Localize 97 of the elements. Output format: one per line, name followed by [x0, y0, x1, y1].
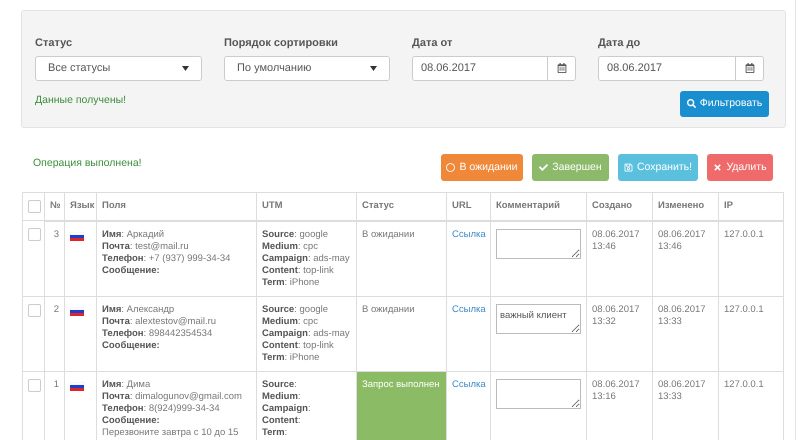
date-field[interactable]: 08.06.2017 — [598, 56, 736, 80]
created-text: 13:16 — [592, 390, 617, 402]
created-text: 13:46 — [592, 240, 617, 252]
field-line: Телефон: +7 (937) 999-34-34 — [102, 252, 232, 264]
status-cell: В ожидании — [356, 220, 446, 296]
utm-line: Source: google — [262, 228, 330, 240]
flag-icon — [70, 382, 84, 390]
field-line: Почта: alextestov@mail.ru — [102, 316, 218, 328]
ip-text: 127.0.0.1 — [724, 228, 764, 240]
comment-field[interactable] — [496, 378, 581, 408]
calendar-icon — [556, 63, 566, 73]
field-line: Имя: Александр — [102, 304, 176, 316]
status-cell: В ожидании — [356, 296, 446, 371]
checkbox[interactable] — [28, 200, 41, 213]
utm-line: Content: top-link — [262, 340, 335, 352]
calendar-button[interactable] — [548, 56, 576, 80]
created-text: 08.06.2017 — [592, 228, 641, 240]
field-line: Сообщение: — [102, 340, 161, 352]
field-line: Имя: Аркадий — [102, 228, 166, 240]
caret-icon — [182, 66, 189, 70]
flag-icon — [70, 306, 84, 316]
action-button[interactable]: Сохранить! — [618, 154, 698, 181]
row-number: 1 — [54, 378, 59, 390]
filter-button[interactable]: Фильтровать — [680, 90, 769, 116]
caret-icon — [370, 66, 377, 70]
field-line: Почта: test@mail.ru — [102, 240, 190, 252]
column-header: № — [50, 200, 61, 211]
utm-line: Source: google — [262, 304, 330, 316]
message-text: Перезвоните завтра с 10 до 15 — [102, 426, 240, 438]
checkbox[interactable] — [28, 378, 41, 392]
field-line: Сообщение: — [102, 264, 161, 276]
utm-line: Content: top-link — [262, 264, 335, 276]
date-field[interactable]: 08.06.2017 — [412, 56, 548, 80]
utm-line: Content: — [262, 414, 302, 426]
field-line: Сообщение: — [102, 414, 161, 426]
checkbox[interactable] — [28, 304, 41, 316]
created-text: 13:32 — [592, 316, 617, 328]
url-link[interactable]: Ссылка — [452, 304, 486, 314]
operation-message: Операция выполнена! — [33, 156, 142, 171]
field-line: Почта: dimalogunov@gmail.com — [102, 390, 243, 402]
flag-icon — [70, 232, 84, 240]
field-label: Дата до — [598, 36, 642, 51]
created-text: 08.06.2017 — [592, 378, 641, 390]
column-header: Поля — [102, 200, 126, 211]
utm-line: Term: — [262, 426, 288, 438]
row-number: 2 — [54, 304, 59, 314]
column-header: Комментарий — [496, 200, 560, 211]
url-link[interactable]: Ссылка — [452, 228, 486, 240]
modified-text: 08.06.2017 — [658, 228, 707, 240]
column-header: IP — [724, 200, 733, 211]
utm-line: Medium: cpc — [262, 316, 319, 328]
column-header: Язык — [70, 200, 94, 211]
url-link[interactable]: Ссылка — [452, 378, 486, 390]
action-button[interactable]: Завершен — [532, 154, 609, 181]
column-header: Изменено — [658, 200, 704, 211]
field-line: Имя: Дима — [102, 378, 152, 390]
created-text: 08.06.2017 — [592, 304, 641, 316]
column-header: URL — [452, 200, 472, 211]
utm-line: Source: — [262, 378, 298, 390]
column-header: Статус — [362, 200, 394, 211]
check-icon — [539, 163, 548, 172]
search-icon — [686, 99, 696, 108]
modified-text: 08.06.2017 — [658, 304, 707, 316]
column-header: UTM — [262, 200, 283, 211]
calendar-button[interactable] — [736, 56, 764, 80]
calendar-icon — [744, 63, 754, 73]
status-message: Данные получены! — [35, 92, 126, 108]
field-line: Телефон: 8(924)999-34-34 — [102, 402, 221, 414]
action-button[interactable]: Удалить — [707, 154, 773, 181]
row-number: 3 — [54, 228, 59, 240]
save-icon — [624, 163, 633, 172]
comment-field[interactable]: важный клиент — [496, 304, 581, 334]
close-icon — [713, 163, 722, 172]
utm-line: Campaign: ads-may — [262, 252, 351, 264]
modified-text: 13:33 — [658, 316, 683, 328]
comment-field[interactable] — [496, 228, 581, 258]
field-label: Порядок сортировки — [224, 36, 339, 51]
utm-line: Term: iPhone — [262, 352, 320, 364]
field-label: Дата от — [412, 36, 454, 51]
action-button[interactable]: В ожидании — [441, 154, 523, 181]
field-label: Статус — [35, 36, 74, 51]
ip-text: 127.0.0.1 — [724, 304, 764, 314]
select-field[interactable]: Все статусы — [35, 56, 202, 80]
modified-text: 08.06.2017 — [658, 378, 707, 390]
utm-line: Term: iPhone — [262, 276, 320, 288]
field-line: Телефон: 898442354534 — [102, 328, 214, 340]
utm-line: Medium: cpc — [262, 240, 319, 252]
modified-text: 13:33 — [658, 390, 683, 402]
select-field[interactable]: По умолчанию — [224, 56, 390, 80]
ip-text: 127.0.0.1 — [724, 378, 764, 390]
utm-line: Campaign: — [262, 402, 312, 414]
utm-line: Campaign: ads-may — [262, 328, 351, 340]
modified-text: 13:46 — [658, 240, 683, 252]
checkbox[interactable] — [28, 228, 41, 241]
status-cell: Запрос выполнен — [356, 371, 446, 440]
column-header: Создано — [592, 200, 632, 211]
utm-line: Medium: — [262, 390, 302, 402]
